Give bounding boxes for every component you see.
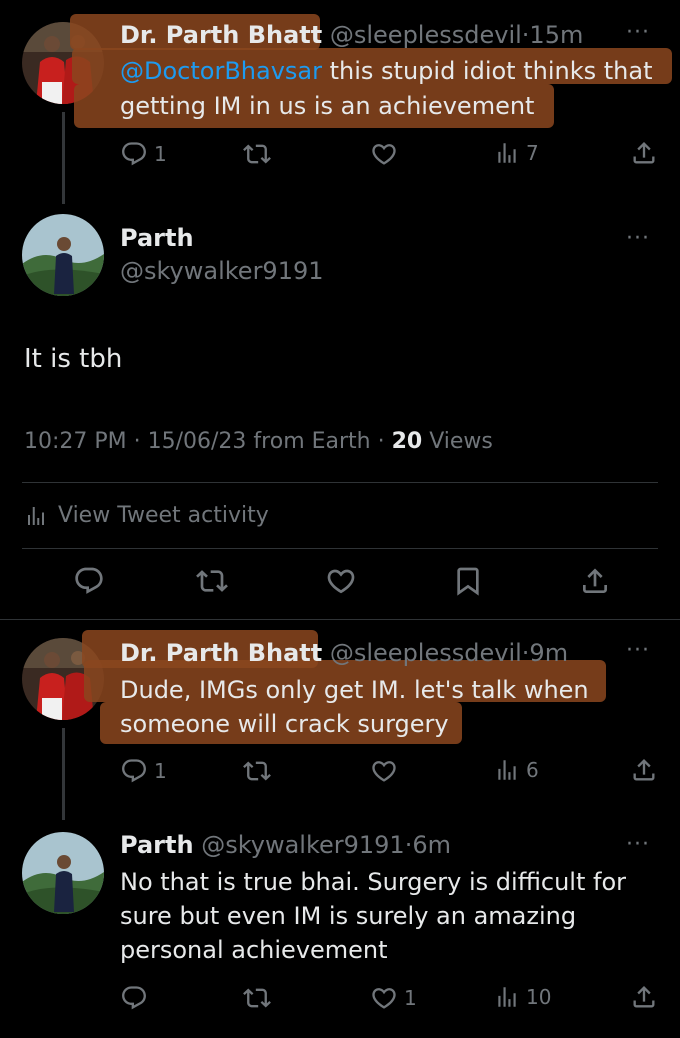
reply-button[interactable]: 1: [120, 757, 167, 785]
views-icon: [494, 140, 520, 166]
thread-line: [62, 112, 65, 204]
tweet-text-line: No that is true bhai. Surgery is difficu…: [120, 868, 627, 896]
tweet-time[interactable]: 9m: [529, 639, 568, 667]
tweet-time[interactable]: 15m: [529, 21, 583, 49]
share-button[interactable]: [630, 139, 658, 167]
view-count: 6: [526, 758, 539, 782]
retweet-button[interactable]: [243, 757, 271, 785]
mention-link[interactable]: @DoctorBhavsar: [120, 57, 322, 85]
views-icon: [494, 757, 520, 783]
tweet-text-line: sure but even IM is surely an amazing: [120, 902, 577, 930]
like-icon: [370, 140, 398, 168]
bookmark-icon: [452, 565, 484, 597]
tweet-text-line: personal achievement: [120, 936, 388, 964]
timestamp-text[interactable]: 10:27 PM · 15/06/23 from Earth ·: [24, 429, 392, 454]
author-name[interactable]: Dr. Parth Bhatt: [120, 21, 322, 49]
reply-icon: [73, 565, 105, 597]
like-icon: [370, 757, 398, 785]
view-tweet-activity-link[interactable]: View Tweet activity: [24, 503, 269, 528]
retweet-icon: [243, 757, 271, 785]
thread-line: [62, 728, 65, 820]
more-options-button[interactable]: ···: [626, 20, 650, 45]
share-icon: [630, 983, 658, 1011]
divider: [0, 619, 680, 620]
tweet-text: It is tbh: [24, 344, 123, 374]
like-button[interactable]: 1: [370, 984, 417, 1012]
activity-label: View Tweet activity: [58, 503, 269, 528]
share-button[interactable]: [630, 756, 658, 784]
author-name[interactable]: Parth: [120, 224, 194, 252]
like-button[interactable]: [370, 757, 398, 785]
bookmark-button[interactable]: [452, 565, 484, 597]
retweet-icon: [243, 140, 271, 168]
tweet-text-line: Dude, IMGs only get IM. let's talk when: [120, 676, 589, 704]
view-count: 7: [526, 141, 539, 165]
share-button[interactable]: [579, 565, 611, 597]
tweet-time[interactable]: 6m: [412, 831, 451, 859]
views-icon: [494, 984, 520, 1010]
more-options-button[interactable]: ···: [626, 638, 650, 663]
retweet-icon: [196, 565, 228, 597]
like-button[interactable]: [370, 140, 398, 168]
reply-button[interactable]: [73, 565, 105, 597]
tweet-text-line: someone will crack surgery: [120, 710, 449, 738]
reply-button[interactable]: 1: [120, 140, 167, 168]
retweet-icon: [243, 984, 271, 1012]
avatar[interactable]: [22, 214, 104, 296]
tweet-timestamp: 10:27 PM · 15/06/23 from Earth · 20 View…: [24, 429, 493, 454]
view-count: 10: [526, 985, 552, 1009]
tweet-header: Parth @skywalker9191·6m: [120, 831, 451, 859]
author-name[interactable]: Dr. Parth Bhatt: [120, 639, 322, 667]
divider: [22, 482, 658, 483]
share-icon: [579, 565, 611, 597]
share-button[interactable]: [630, 983, 658, 1011]
retweet-button[interactable]: [196, 565, 228, 597]
reply-count: 1: [154, 142, 167, 166]
share-icon: [630, 139, 658, 167]
like-count: 1: [404, 986, 417, 1010]
divider: [22, 548, 658, 549]
more-options-button[interactable]: ···: [626, 226, 650, 251]
author-handle[interactable]: @skywalker9191: [201, 831, 405, 859]
author-name[interactable]: Parth: [120, 831, 194, 859]
retweet-button[interactable]: [243, 140, 271, 168]
tweet-text: this stupid idiot thinks that: [321, 57, 653, 85]
author-handle[interactable]: @sleeplessdevil: [330, 21, 522, 49]
retweet-button[interactable]: [243, 984, 271, 1012]
reply-icon: [120, 757, 148, 785]
views-icon: [24, 504, 48, 528]
views-count: 20: [391, 429, 423, 454]
author-handle[interactable]: @skywalker9191: [120, 257, 324, 285]
tweet-header: Dr. Parth Bhatt @sleeplessdevil·15m: [120, 21, 583, 49]
like-button[interactable]: [325, 565, 357, 597]
avatar[interactable]: [22, 832, 104, 914]
author-handle[interactable]: @sleeplessdevil: [330, 639, 522, 667]
tweet-text-line: getting IM in us is an achievement: [120, 92, 535, 120]
like-icon: [370, 984, 398, 1012]
reply-icon: [120, 140, 148, 168]
reply-icon: [120, 984, 148, 1012]
tweet-header: Dr. Parth Bhatt @sleeplessdevil·9m: [120, 639, 568, 667]
share-icon: [630, 756, 658, 784]
reply-count: 1: [154, 759, 167, 783]
like-icon: [325, 565, 357, 597]
views-button[interactable]: 10: [494, 984, 551, 1010]
views-label: Views: [422, 429, 493, 454]
tweet-text-line: @DoctorBhavsar this stupid idiot thinks …: [120, 57, 653, 85]
views-button[interactable]: 7: [494, 140, 539, 166]
reply-button[interactable]: [120, 984, 148, 1012]
views-button[interactable]: 6: [494, 757, 539, 783]
more-options-button[interactable]: ···: [626, 832, 650, 857]
